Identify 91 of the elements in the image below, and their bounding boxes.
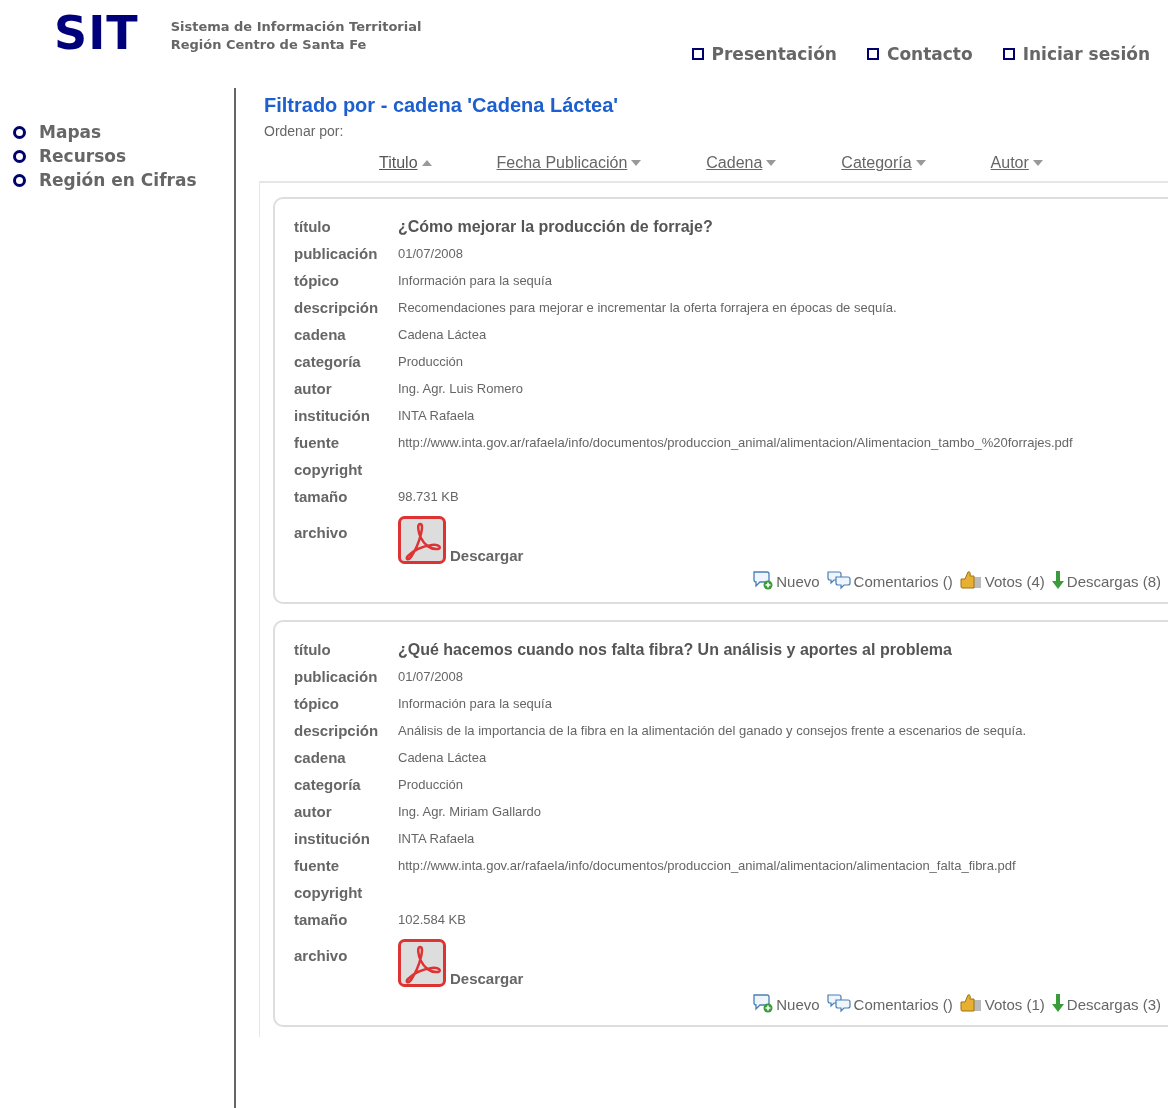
field-value: 98.731 KB	[398, 488, 460, 506]
action-link[interactable]: Comentarios ()	[853, 996, 953, 1013]
action-link[interactable]: Nuevo	[776, 573, 820, 590]
field-label: título	[294, 218, 332, 235]
square-bullet-icon	[691, 48, 704, 60]
sidebar-item[interactable]: Recursos	[39, 146, 127, 166]
sort-ascending-icon	[420, 159, 433, 167]
field-value: 102.584 KB	[398, 911, 467, 929]
field-label: tamaño	[294, 488, 349, 505]
square-bullet-icon	[866, 48, 879, 60]
field-label: tamaño	[294, 911, 349, 928]
field-label: descripción	[294, 722, 380, 739]
field-label: tópico	[294, 695, 340, 712]
field-label: publicación	[294, 668, 379, 685]
field-value: Producción	[398, 776, 465, 794]
sort-descending-icon	[1031, 159, 1044, 167]
sidebar-item[interactable]: Región en Cifras	[39, 170, 197, 190]
download-link[interactable]: Descargar	[450, 970, 524, 987]
field-label: categoría	[294, 353, 362, 370]
field-value: Cadena Láctea	[398, 326, 488, 344]
square-bullet-icon	[1002, 48, 1015, 60]
pdf-file-icon[interactable]	[398, 939, 446, 987]
sort-link[interactable]: Categoría	[841, 153, 927, 173]
action-link[interactable]: Votos (1)	[984, 996, 1045, 1013]
thumbs-up-icon	[958, 993, 983, 1013]
field-value: http://www.inta.gov.ar/rafaela/info/documentos/produccion_animal/alimentacion/alimentacion_falta_fibra.pdf	[398, 857, 1017, 875]
field-label: cadena	[294, 749, 347, 766]
field-label: archivo	[294, 523, 349, 541]
action-link[interactable]: Comentarios ()	[853, 573, 953, 590]
download-link[interactable]: Descargar	[450, 547, 524, 564]
field-value: Ing. Agr. Miriam Gallardo	[398, 803, 543, 821]
field-value: Recomendaciones para mejorar e incrementar la oferta forrajera en épocas de sequía.	[398, 299, 898, 317]
new-comment-icon	[752, 570, 775, 590]
site-logo[interactable]: SIT	[54, 10, 139, 56]
sort-descending-icon	[630, 159, 643, 167]
sidebar-item[interactable]: Mapas	[39, 122, 102, 142]
field-label: archivo	[294, 946, 349, 964]
page-heading: Filtrado por - cadena 'Cadena Láctea'	[264, 94, 620, 117]
document-title: ¿Cómo mejorar la producción de forraje?	[398, 217, 714, 236]
download-arrow-icon	[1050, 993, 1065, 1013]
action-link[interactable]: Votos (4)	[984, 573, 1045, 590]
action-link[interactable]: Descargas (8)	[1066, 573, 1161, 590]
sort-label: Ordenar por:	[264, 123, 345, 139]
sort-descending-icon	[765, 159, 778, 167]
field-value: 01/07/2008	[398, 245, 465, 263]
field-label: autor	[294, 803, 333, 820]
document-title: ¿Qué hacemos cuando nos falta fibra? Un análisis y aportes al problema	[398, 640, 953, 659]
field-label: institución	[294, 830, 371, 847]
field-label: autor	[294, 380, 333, 397]
sort-link[interactable]: Fecha Publicación	[496, 153, 643, 173]
field-value: 01/07/2008	[398, 668, 465, 686]
nav-link[interactable]: Contacto	[886, 44, 973, 64]
nav-link[interactable]: Presentación	[711, 44, 837, 64]
circle-bullet-icon	[13, 149, 26, 163]
thumbs-up-icon	[958, 570, 983, 590]
field-value: INTA Rafaela	[398, 830, 476, 848]
field-label: categoría	[294, 776, 362, 793]
sort-link[interactable]: Cadena	[706, 153, 778, 173]
field-label: fuente	[294, 434, 340, 451]
sort-link[interactable]: Autor	[990, 153, 1044, 173]
circle-bullet-icon	[13, 125, 26, 139]
field-label: fuente	[294, 857, 340, 874]
sort-descending-icon	[914, 159, 927, 167]
action-link[interactable]: Nuevo	[776, 996, 820, 1013]
field-label: institución	[294, 407, 371, 424]
nav-link[interactable]: Iniciar sesión	[1022, 44, 1150, 64]
comments-icon	[825, 570, 852, 590]
field-label: copyright	[294, 884, 364, 901]
field-label: descripción	[294, 299, 380, 316]
field-value: Información para la sequía	[398, 695, 553, 713]
field-label: copyright	[294, 461, 364, 478]
field-value: Producción	[398, 353, 465, 371]
download-arrow-icon	[1050, 570, 1065, 590]
field-value: Ing. Agr. Luis Romero	[398, 380, 524, 398]
field-value: Cadena Láctea	[398, 749, 488, 767]
site-subtitle: Sistema de Información Territorial	[170, 18, 422, 36]
field-value: Análisis de la importancia de la fibra en la alimentación del ganado y consejos frente a escenarios de sequía.	[398, 722, 1027, 740]
action-link[interactable]: Descargas (3)	[1066, 996, 1161, 1013]
field-label: título	[294, 641, 332, 658]
new-comment-icon	[752, 993, 775, 1013]
field-value: INTA Rafaela	[398, 407, 476, 425]
field-value: Información para la sequía	[398, 272, 553, 290]
field-value: http://www.inta.gov.ar/rafaela/info/documentos/produccion_animal/alimentacion/Alimentacion_tambo_%20forrajes.pdf	[398, 434, 1074, 452]
sort-link[interactable]: Titulo	[379, 153, 433, 173]
site-subtitle: Región Centro de Santa Fe	[170, 36, 368, 54]
field-label: tópico	[294, 272, 340, 289]
field-label: cadena	[294, 326, 347, 343]
field-label: publicación	[294, 245, 379, 262]
circle-bullet-icon	[13, 173, 26, 187]
pdf-file-icon[interactable]	[398, 516, 446, 564]
comments-icon	[825, 993, 852, 1013]
